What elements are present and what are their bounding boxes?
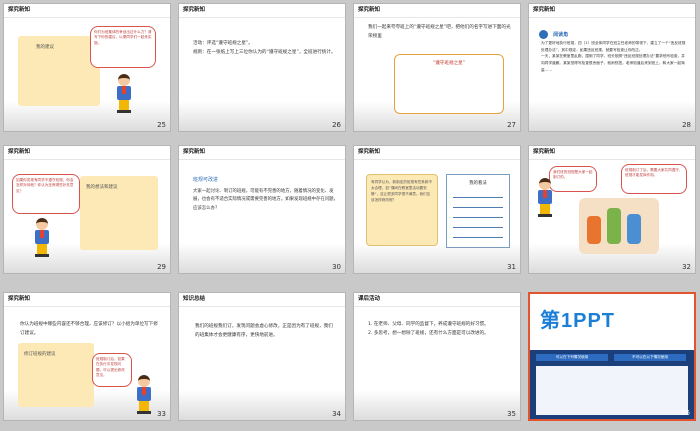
slide-header: 探究新知 [183,7,206,13]
slide-header: 探究新知 [183,149,206,155]
note-label: 修订班规的建议 [24,352,56,357]
slide-number: 28 [682,121,691,129]
slide-thumbnail[interactable]: 探究新知 你认为班规中哪些内容还不够合理，应该修订？以小组为单位写下修订建议。 … [3,292,171,421]
student-illustration [114,74,134,114]
honor-board: “遵守班规之星” [394,54,504,114]
slide-number: 26 [332,121,341,129]
student-illustration [535,178,555,218]
slide-thumbnail[interactable]: 探究新知 我们一起来夸夸班上的“遵守班规之星”吧，把他们的名字写进下面的光荣榜里… [353,3,521,132]
sticky-note: 我的想法和建议 [80,176,158,250]
slide-header: 探究新知 [358,149,381,155]
sticky-note: 我的建议 [18,36,100,106]
slide-header: 知识总结 [183,296,206,302]
slide-header: 探究新知 [8,149,31,155]
section-title: 班规可改进 [193,177,219,183]
slide-header: 探究新知 [533,149,556,155]
brand-logo: 第1PPT [540,310,616,332]
slide-number: 29 [157,263,166,271]
license-panel: 可以在下列情况使用 不可以在以下情况使用 [530,350,694,419]
slide-thumbnail[interactable]: 探究新知 我们班的班规是大家一起制订的。 班规制订了后，需要大家共同遵守，班规才… [528,145,696,274]
slide-number: 35 [507,410,516,418]
slide-thumbnail-selected[interactable]: 第1PPT 可以在下列情况使用 不可以在以下情况使用 36 [528,292,696,421]
slide-thumbnail[interactable]: 课后活动 1. 在老师、父母、同学的监督下，养成遵守班规的好习惯。 2. 多思考… [353,292,521,421]
slide-thumbnail[interactable]: 探究新知 活动：评选“遵守班规之星”。 规则：在一张纸上写上三位你认为的“遵守班… [178,3,346,132]
slide-number: 27 [507,121,516,129]
slide-number: 25 [157,121,166,129]
slide-thumbnail[interactable]: 探究新知 我的建议 你们为班集体的争创出过什么力？请写下你的建议，以便同学们一起… [3,3,171,132]
disallowed-use-button[interactable]: 不可以在以下情况使用 [614,354,686,361]
slide-thumbnail[interactable]: 探究新知 班规可改进 大家一起讨论、制订的班规，可能有不完善的地方，随着情况的变… [178,145,346,274]
activity-line: 活动：评选“遵守班规之星”。 [193,41,253,46]
slide-header: 探究新知 [358,7,381,13]
slide-number: 32 [682,263,691,271]
reading-paragraph: 为了更好地执行班规，四（1）班全体同学在班主任老师的带领下，建立了一个“违反班规… [541,41,686,52]
speech-bubble: 你们为班集体的争创出过什么力？请写下你的建议，以便同学们一起来实施。 [90,26,156,68]
honor-board-title: “遵守班规之星” [432,61,466,66]
speech-bubble: 如果你发现有同学不遵守班规，你会怎样对待他？你认为还有哪些补充意见？ [12,174,80,214]
slide-number: 33 [157,410,166,418]
slide-header: 课后活动 [358,296,381,302]
activity-item: 2. 多思考，想一想除了班规，还有什么方面是可以改进的。 [368,330,489,336]
slide-header: 探究新知 [8,7,31,13]
slide-number: 36 [681,409,690,417]
slide-thumbnail[interactable]: 探究新知 如果你发现有同学不遵守班规，你会怎样对待他？你认为还有哪些补充意见？ … [3,145,171,274]
slide-thumbnail[interactable]: 探究新知 阅读角 为了更好地执行班规，四（1）班全体同学在班主任老师的带领下，建… [528,3,696,132]
slide-body: 大家一起讨论、制订的班规，可能有不完善的地方，随着情况的变化、发展，也会有不适合… [193,189,338,211]
speech-bubble: 班规制订后，如果在执行中发现问题，可以提出修改意见。 [92,353,132,387]
brand-banner: 第1PPT [530,294,694,350]
slide-intro: 你认为班规中哪些内容还不够合理，应该修订？以小组为单位写下修订建议。 [20,322,158,336]
scenario-panel: 有同学认为，新制定的班规有些条款不太合理，如“课间在教室里活动要安静”，这让很多… [366,174,438,246]
slide-thumbnail[interactable]: 知识总结 我们的班规我们订，发现问题会虚心修改，正是因为有了班规，我们的班集体才… [178,292,346,421]
classroom-discussion-illustration [579,198,659,254]
activity-item: 1. 在老师、父母、同学的监督下，养成遵守班规的好习惯。 [368,322,489,327]
slide-sorter-grid: 探究新知 我的建议 你们为班集体的争创出过什么力？请写下你的建议，以便同学们一起… [0,0,700,431]
slide-header: 探究新知 [533,7,556,13]
slide-intro: 我们一起来夸夸班上的“遵守班规之星”吧，把他们的名字写进下面的光荣榜里 [368,25,511,39]
note-label: 我的想法和建议 [86,185,118,190]
opinion-box-title: 我的看法 [469,181,487,186]
speech-bubble: 我们班的班规是大家一起制订的。 [549,166,597,192]
slide-number: 31 [507,263,516,271]
note-label: 我的建议 [36,45,54,50]
slide-thumbnail[interactable]: 探究新知 有同学认为，新制定的班规有些条款不太合理，如“课间在教室里活动要安静”… [353,145,521,274]
reading-paragraph: 一天，某某在教室里乱跑，撞倒了同学，班长依照“违反班规处理办法”要求他写检查，并… [541,54,685,72]
slide-header: 探究新知 [8,296,31,302]
reading-corner-badge: 阅读角 [539,24,568,39]
student-illustration [32,218,52,258]
slide-number: 34 [332,410,341,418]
license-text-area [536,366,688,415]
rule-line: 规则：在一张纸上写上三位你认为的“遵守班规之星”，全班进行统计。 [193,49,336,55]
speech-bubble: 班规制订了后，需要大家共同遵守，班规才能发挥作用。 [621,164,687,194]
sticky-note: 修订班规的建议 [18,343,94,407]
allowed-use-button[interactable]: 可以在下列情况使用 [536,354,608,361]
slide-body: 我们的班规我们订，发现问题会虚心修改，正是因为有了班规，我们的班集体才会更健康有… [195,324,333,338]
student-illustration [134,375,154,415]
slide-number: 30 [332,263,341,271]
opinion-box: 我的看法 [446,174,510,248]
book-icon [539,30,548,39]
